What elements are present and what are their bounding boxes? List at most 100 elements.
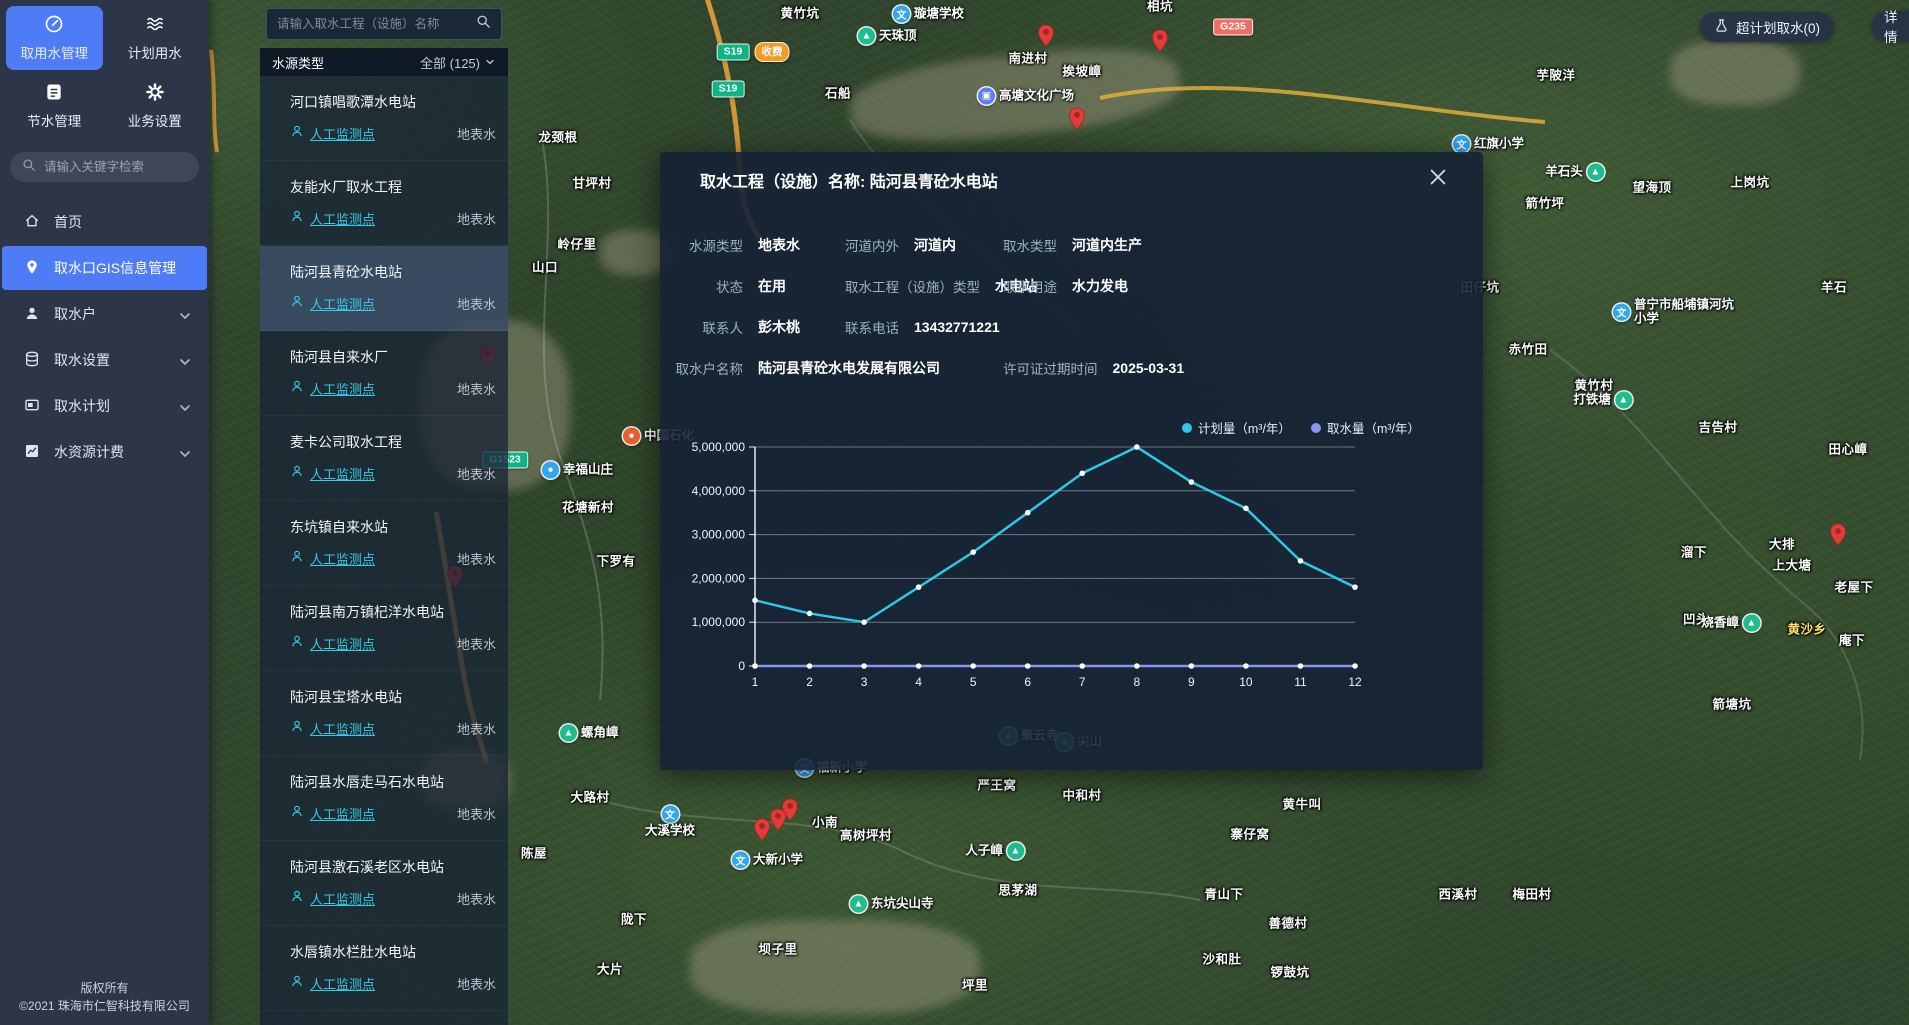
station-meta-row: 人工监测点地表水	[290, 889, 496, 908]
map-pin-icon[interactable]	[1069, 107, 1086, 130]
sidebar-item-取水计划[interactable]: 取水计划	[2, 384, 207, 428]
map-label: 南进村	[1008, 48, 1047, 67]
map-pin-icon[interactable]	[1038, 24, 1055, 47]
map-poi-school-icon[interactable]: 文红旗小学	[1453, 136, 1524, 153]
sidebar-item-取水设置[interactable]: 取水设置	[2, 338, 207, 382]
app-tile-节水管理[interactable]: 节水管理	[6, 74, 103, 138]
search-icon[interactable]	[476, 14, 491, 34]
map-label: 吉告村	[1698, 417, 1737, 436]
monitor-link[interactable]: 人工监测点	[310, 889, 375, 908]
list-item[interactable]: 陆河县南万镇杞洋水电站人工监测点地表水	[260, 586, 508, 671]
map-label: 花塘新村	[562, 497, 614, 516]
over-plan-intake-button[interactable]: 超计划取水(0)	[1700, 12, 1834, 42]
close-icon[interactable]	[1427, 166, 1449, 188]
poi-label: 打铁塘	[1573, 393, 1611, 407]
station-name: 陆河县自来水厂	[290, 347, 496, 367]
field-pair: 河道内外河道内	[845, 224, 956, 265]
monitor-link[interactable]: 人工监测点	[310, 549, 375, 568]
map-label: 黄沙乡	[1787, 619, 1826, 638]
map-pin-icon[interactable]	[754, 818, 771, 841]
field-value: 河道内	[914, 235, 956, 255]
map-poi-mountain-icon[interactable]: 人子嶂▲	[965, 843, 1024, 860]
map-poi-culture-icon[interactable]: ▣高塘文化广场	[978, 88, 1074, 105]
map-poi-school-icon[interactable]: 文大溪学校	[645, 806, 695, 838]
poi-label: 烧香嶂	[1701, 616, 1739, 630]
svg-text:12: 12	[1348, 675, 1362, 689]
map-poi-school-icon[interactable]: 文璇塘学校	[893, 6, 964, 23]
field-label: 取水类型	[1003, 235, 1057, 255]
list-item[interactable]: 麦卡公司取水工程人工监测点地表水	[260, 416, 508, 501]
svg-text:10: 10	[1239, 675, 1253, 689]
list-item[interactable]: 东坑镇自来水站人工监测点地表水	[260, 501, 508, 586]
station-name: 水唇镇水栏肚水电站	[290, 942, 496, 962]
list-item[interactable]: 陆河县自来水厂人工监测点 地表水	[260, 331, 508, 416]
list-item[interactable]: 陆河县青砼水电站人工监测点地表水	[260, 246, 508, 331]
station-name: 陆河县南万镇杞洋水电站	[290, 602, 496, 622]
map-poi-mountain-icon[interactable]: 羊石头▲	[1545, 164, 1604, 181]
station-search-box[interactable]	[266, 8, 502, 40]
poi-label: 璇塘学校	[914, 7, 964, 21]
sinopec-poi-icon: ●	[623, 428, 640, 445]
field-label: 取水用途	[1003, 276, 1057, 296]
map-poi-mountain-icon[interactable]: ▲螺角嶂	[560, 725, 619, 742]
keyword-search-box[interactable]	[10, 152, 199, 182]
station-search-input[interactable]	[277, 17, 470, 31]
monitor-link[interactable]: 人工监测点	[310, 209, 375, 228]
monitor-link[interactable]: 人工监测点	[310, 124, 375, 143]
water-type: 地表水	[457, 379, 496, 398]
list-item[interactable]: 友能水厂取水工程人工监测点地表水	[260, 161, 508, 246]
map-poi-school-icon[interactable]: 文大新小学	[732, 852, 803, 869]
sidebar-item-取水口GIS信息管理[interactable]: 取水口GIS信息管理	[2, 246, 207, 290]
map-poi-place-icon[interactable]: ●幸福山庄	[542, 462, 613, 479]
monitor-link[interactable]: 人工监测点	[310, 294, 375, 313]
map-poi-mountain-icon[interactable]: 烧香嶂 ▲	[1701, 615, 1760, 632]
database-icon	[24, 351, 40, 370]
search-icon	[22, 158, 36, 177]
list-item[interactable]: 河口镇唱歌潭水电站人工监测点地表水	[260, 76, 508, 161]
list-item[interactable]: 水唇镇水栏肚水电站人工监测点地表水	[260, 926, 508, 1011]
map-poi-mountain-icon[interactable]: 打铁塘▲	[1573, 392, 1632, 409]
sidebar-item-取水户[interactable]: 取水户	[2, 292, 207, 336]
monitor-link[interactable]: 人工监测点	[310, 464, 375, 483]
water-type: 地表水	[457, 804, 496, 823]
poi-label: 人子嶂	[965, 844, 1003, 858]
map-label: 赤竹田	[1508, 339, 1547, 358]
app-tile-取用水管理[interactable]: 取用水管理	[6, 6, 103, 70]
sidebar-item-首页[interactable]: 首页	[2, 200, 207, 244]
monitor-link[interactable]: 人工监测点	[310, 379, 375, 398]
sidebar-item-水资源计费[interactable]: 水资源计费	[2, 430, 207, 474]
modal-title: 取水工程（设施）名称: 陆河县青砼水电站	[700, 168, 998, 192]
gear-icon	[145, 82, 165, 105]
list-item[interactable]: 陆河县激石溪老区水电站人工监测点地表水	[260, 841, 508, 926]
list-item[interactable]: 陆河县宝塔水电站人工监测点地表水	[260, 671, 508, 756]
map-pin-icon[interactable]	[1830, 523, 1847, 546]
map-pin-icon[interactable]	[782, 798, 799, 821]
monitor-link[interactable]: 人工监测点	[310, 719, 375, 738]
map-pin-icon[interactable]	[1152, 29, 1169, 52]
keyword-search-input[interactable]	[44, 160, 184, 174]
map-poi-school-icon[interactable]: 文普宁市船埔镇河坑小学	[1613, 298, 1734, 327]
app-tile-计划用水[interactable]: 计划用水	[107, 6, 204, 70]
monitor-link[interactable]: 人工监测点	[310, 804, 375, 823]
filter-dropdown[interactable]: 全部 (125)	[420, 53, 496, 72]
map-label: 大片	[597, 959, 623, 978]
map-label: 黄竹坑	[780, 3, 819, 22]
field-label: 状态	[660, 276, 743, 296]
monitor-link[interactable]: 人工监测点	[310, 974, 375, 993]
detail-toggle[interactable]: 详情	[1872, 11, 1909, 41]
monitor-link[interactable]: 人工监测点	[310, 634, 375, 653]
station-list-panel: 水源类型 全部 (125) 河口镇唱歌潭水电站人工监测点地表水友能水厂取水工程人…	[260, 0, 508, 1025]
station-meta-row: 人工监测点地表水	[290, 209, 496, 228]
map-label: 岭仔里	[557, 234, 596, 253]
app-tile-业务设置[interactable]: 业务设置	[107, 74, 204, 138]
list-item[interactable]: 陆河县水唇走马石水电站人工监测点地表水	[260, 756, 508, 841]
temple-poi-icon: ▲	[850, 896, 867, 913]
person-icon	[290, 209, 304, 228]
map-poi-temple-icon[interactable]: ▲东坑尖山寺	[850, 896, 934, 913]
map-label: 田心嶂	[1828, 439, 1867, 458]
mountain-poi-icon: ▲	[1743, 615, 1760, 632]
document-icon	[44, 82, 64, 105]
field-label: 联系电话	[845, 317, 899, 337]
map-label: 相坑	[1147, 0, 1173, 15]
map-poi-mountain-icon[interactable]: ▲天珠顶	[858, 28, 917, 45]
